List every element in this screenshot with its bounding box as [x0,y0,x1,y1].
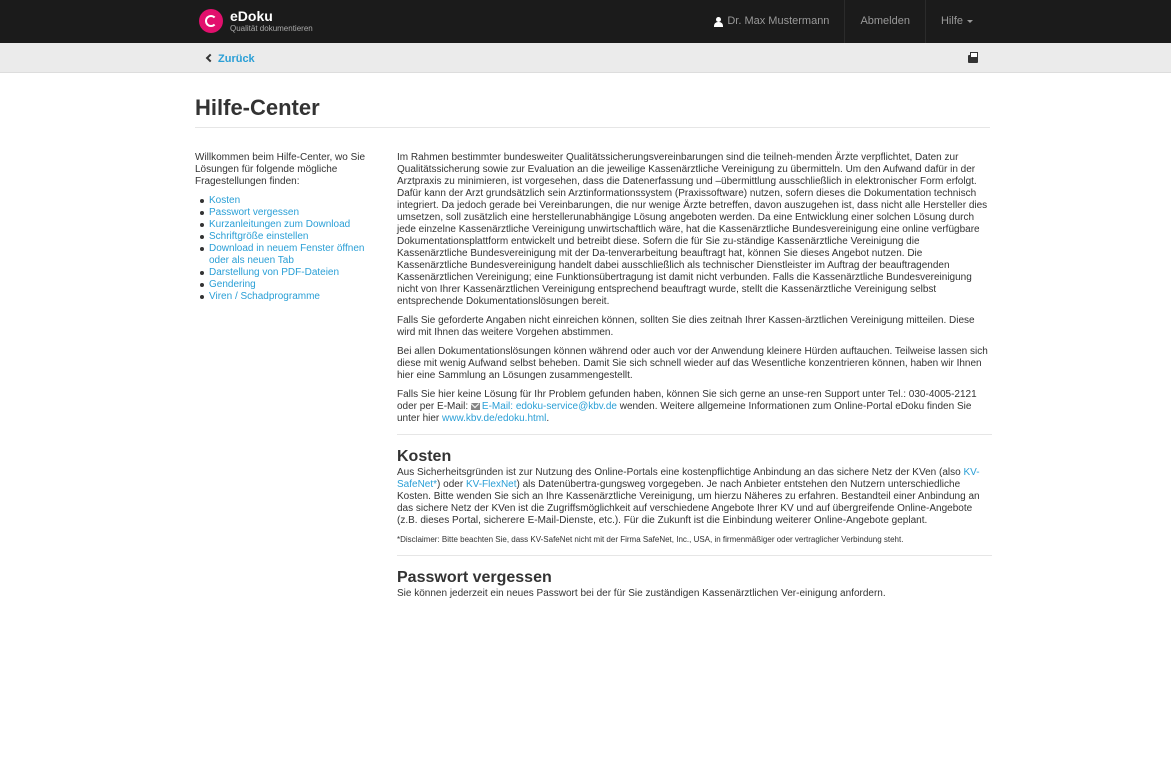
user-name: Dr. Max Mustermann [727,15,830,28]
topic-item-download-tab[interactable]: Download in neuem Fenster öffnen oder al… [195,243,385,267]
topic-link[interactable]: Schriftgröße einstellen [209,231,309,242]
topic-item-kosten[interactable]: Kosten [195,195,385,207]
topic-link[interactable]: Gendering [209,279,256,290]
help-sidebar: Willkommen beim Hilfe-Center, wo Sie Lös… [195,152,385,303]
support-email-link[interactable]: E-Mail: edoku-service@kbv.de [482,401,617,412]
topic-item-passwort[interactable]: Passwort vergessen [195,207,385,219]
sub-toolbar: Zurück [0,43,1171,73]
topic-list: Kosten Passwort vergessen Kurzanleitunge… [195,195,385,303]
topic-link[interactable]: Viren / Schadprogramme [209,291,320,302]
logout-link[interactable]: Abmelden [844,0,925,43]
envelope-icon [470,402,480,410]
disclaimer-text: *Disclaimer: Bitte beachten Sie, dass KV… [397,535,904,544]
topic-link[interactable]: Download in neuem Fenster öffnen oder al… [209,243,364,266]
topic-link[interactable]: Kosten [209,195,240,206]
topic-item-schriftgroesse[interactable]: Schriftgröße einstellen [195,231,385,243]
help-label: Hilfe [940,15,963,28]
topic-item-pdf[interactable]: Darstellung von PDF-Dateien [195,267,385,279]
intro-paragraph: Falls Sie geforderte Angaben nicht einre… [397,315,975,338]
title-divider [195,127,990,128]
topic-link[interactable]: Kurzanleitungen zum Download [209,219,350,230]
back-label: Zurück [218,53,255,65]
intro-paragraph: Bei allen Dokumentationslösungen können … [397,346,988,381]
section-title-passwort: Passwort vergessen [397,569,552,586]
kosten-paragraph: Aus Sicherheitsgründen ist zur Nutzung d… [397,467,980,526]
help-menu[interactable]: Hilfe [924,0,988,43]
topic-item-gendering[interactable]: Gendering [195,279,385,291]
topic-link[interactable]: Passwort vergessen [209,207,299,218]
edoku-logo-icon [199,9,223,33]
back-link[interactable]: Zurück [205,52,255,66]
help-content: Im Rahmen bestimmter bundesweiter Qualit… [397,152,992,607]
app-name: eDoku [230,8,273,24]
print-icon[interactable] [968,52,978,63]
user-menu[interactable]: Dr. Max Mustermann [699,0,844,43]
support-paragraph: Falls Sie hier keine Lösung für Ihr Prob… [397,389,977,424]
intro-paragraph: Im Rahmen bestimmter bundesweiter Qualit… [397,152,988,307]
sidebar-intro: Willkommen beim Hilfe-Center, wo Sie Lös… [195,152,366,187]
caret-down-icon [967,20,973,23]
top-navbar: eDoku Qualität dokumentieren Dr. Max Mus… [0,0,1171,43]
section-title-kosten: Kosten [397,448,452,465]
section-divider [397,434,992,435]
topic-item-viren[interactable]: Viren / Schadprogramme [195,291,385,303]
chevron-left-icon [205,53,215,63]
page-title: Hilfe-Center [195,95,320,120]
user-icon [714,16,724,27]
topic-link[interactable]: Darstellung von PDF-Dateien [209,267,339,278]
section-divider [397,555,992,556]
topic-item-kurzanleitungen[interactable]: Kurzanleitungen zum Download [195,219,385,231]
passwort-paragraph: Sie können jederzeit ein neues Passwort … [397,588,886,599]
edoku-website-link[interactable]: www.kbv.de/edoku.html [442,413,546,424]
app-tagline: Qualität dokumentieren [230,24,313,33]
app-logo[interactable]: eDoku Qualität dokumentieren [199,9,313,33]
kv-flexnet-link[interactable]: KV-FlexNet [466,479,517,490]
